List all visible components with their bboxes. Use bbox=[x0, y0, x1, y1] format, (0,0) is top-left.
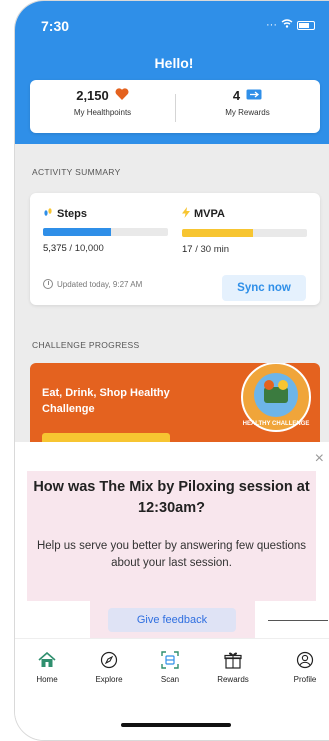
rewards-metric[interactable]: 4 My Rewards bbox=[175, 88, 320, 117]
battery-icon bbox=[297, 20, 315, 30]
tab-home-label: Home bbox=[36, 675, 58, 684]
steps-current: 5,375 bbox=[43, 243, 67, 254]
rewards-label: My Rewards bbox=[225, 108, 270, 117]
healthpoints-metric[interactable]: 2,150 My Healthpoints bbox=[30, 88, 175, 117]
activity-card: Steps 5,375 / 10,000 MVPA 17 / 30 min Up… bbox=[30, 193, 320, 305]
mvpa-progress-fill bbox=[182, 229, 254, 237]
mvpa-count: 17 / 30 min bbox=[182, 244, 307, 255]
home-indicator bbox=[121, 723, 231, 727]
steps-count: 5,375 / 10,000 bbox=[43, 243, 168, 254]
give-feedback-button[interactable]: Give feedback bbox=[108, 608, 236, 632]
tab-scan[interactable]: Scan bbox=[140, 649, 200, 684]
summary-card: 2,150 My Healthpoints 4 My Rewards bbox=[30, 80, 320, 133]
annotation-line bbox=[268, 620, 328, 621]
feedback-button-wrap: Give feedback bbox=[90, 596, 255, 644]
footsteps-icon bbox=[43, 207, 53, 220]
challenge-title: Eat, Drink, Shop Healthy Challenge bbox=[42, 387, 170, 415]
challenge-badge-icon: HEALTHY CHALLENGE bbox=[241, 363, 311, 432]
signal-icon: ··· bbox=[266, 19, 277, 31]
updated-text: Updated today, 9:27 AM bbox=[57, 279, 143, 289]
greeting-title: Hello! bbox=[154, 55, 194, 71]
challenge-section-title: CHALLENGE PROGRESS bbox=[32, 340, 140, 350]
status-bar: 7:30 ··· bbox=[15, 1, 329, 49]
tab-rewards[interactable]: Rewards bbox=[203, 649, 263, 684]
phone-screen: 7:30 ··· Hello! 2,150 My Healthpoints 4 bbox=[14, 0, 329, 741]
rewards-value: 4 bbox=[232, 88, 241, 103]
activity-section-title: ACTIVITY SUMMARY bbox=[32, 167, 121, 177]
sync-now-button[interactable]: Sync now bbox=[222, 275, 306, 301]
wifi-icon bbox=[281, 19, 293, 31]
tab-profile[interactable]: Profile bbox=[275, 649, 329, 684]
tab-scan-label: Scan bbox=[160, 675, 180, 684]
clock-icon bbox=[43, 279, 53, 289]
steps-progress-bar bbox=[43, 228, 168, 236]
tab-explore-label: Explore bbox=[95, 675, 123, 684]
tab-home[interactable]: Home bbox=[17, 649, 77, 684]
tab-explore[interactable]: Explore bbox=[79, 649, 139, 684]
mvpa-current: 17 bbox=[182, 244, 193, 255]
healthpoints-label: My Healthpoints bbox=[73, 108, 132, 117]
home-icon bbox=[17, 649, 77, 671]
status-icons: ··· bbox=[266, 19, 315, 31]
status-time: 7:30 bbox=[41, 18, 70, 34]
steps-column[interactable]: Steps 5,375 / 10,000 bbox=[43, 207, 168, 254]
heart-icon bbox=[115, 88, 129, 103]
gift-icon bbox=[203, 649, 263, 671]
compass-icon bbox=[79, 649, 139, 671]
healthpoints-value: 2,150 bbox=[76, 88, 109, 103]
tab-bar: Home Explore Scan Rewards Profile bbox=[15, 638, 329, 740]
mvpa-column[interactable]: MVPA 17 / 30 min bbox=[182, 207, 307, 255]
mvpa-goal: / 30 min bbox=[195, 244, 230, 255]
tab-profile-label: Profile bbox=[293, 675, 317, 684]
steps-goal: / 10,000 bbox=[69, 243, 104, 254]
badge-text: HEALTHY CHALLENGE bbox=[243, 421, 310, 427]
ticket-icon bbox=[246, 88, 262, 103]
close-icon[interactable]: × bbox=[315, 450, 324, 468]
steps-title: Steps bbox=[57, 207, 87, 220]
lightning-icon bbox=[182, 207, 190, 221]
mvpa-title: MVPA bbox=[194, 208, 225, 220]
feedback-question: How was The Mix by Piloxing session at 1… bbox=[33, 479, 310, 516]
profile-icon bbox=[275, 649, 329, 671]
tab-rewards-label: Rewards bbox=[217, 675, 249, 684]
feedback-question-box: How was The Mix by Piloxing session at 1… bbox=[27, 471, 316, 601]
steps-progress-fill bbox=[43, 228, 111, 236]
feedback-description: Help us serve you better by answering fe… bbox=[36, 540, 307, 569]
scan-icon bbox=[140, 649, 200, 671]
mvpa-progress-bar bbox=[182, 229, 307, 237]
updated-timestamp: Updated today, 9:27 AM bbox=[43, 279, 142, 289]
